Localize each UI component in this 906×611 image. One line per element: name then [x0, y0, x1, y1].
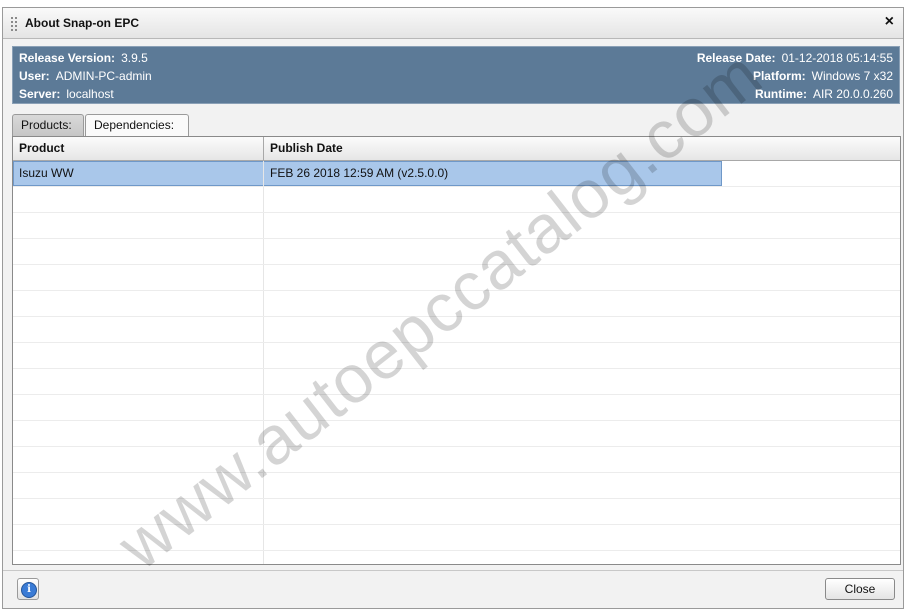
empty-table-row — [13, 239, 900, 265]
empty-cell — [13, 369, 264, 394]
cell-publish-date: FEB 26 2018 12:59 AM (v2.5.0.0) — [270, 166, 449, 180]
empty-cell — [13, 499, 264, 524]
empty-table-row — [13, 499, 900, 525]
column-header-product[interactable]: Product — [13, 137, 264, 160]
release-info-panel: Release Version: 3.9.5 User: ADMIN-PC-admi… — [12, 46, 900, 104]
release-date-label: Release Date: — [696, 51, 776, 65]
empty-cell — [13, 291, 264, 316]
empty-table-row — [13, 447, 900, 473]
empty-cell — [13, 265, 264, 290]
empty-table-row — [13, 317, 900, 343]
server-label: Server: — [19, 87, 61, 101]
empty-table-row — [13, 187, 900, 213]
tab-products[interactable]: Products: — [12, 114, 84, 136]
empty-cell — [13, 213, 264, 238]
title-bar[interactable]: About Snap-on EPC × — [3, 8, 903, 39]
empty-table-row — [13, 291, 900, 317]
server-row: Server: localhost — [19, 86, 114, 102]
products-table: Product Publish Date Isuzu WW FEB 26 201… — [12, 136, 901, 565]
column-header-publish-date[interactable]: Publish Date — [264, 137, 900, 160]
user-value: ADMIN-PC-admin — [55, 69, 152, 83]
empty-cell — [13, 447, 264, 472]
runtime-label: Runtime: — [754, 87, 807, 101]
release-version-value: 3.9.5 — [121, 51, 148, 65]
platform-row: Platform: Windows 7 x32 — [753, 68, 893, 84]
runtime-value: AIR 20.0.0.260 — [812, 87, 893, 101]
table-body: Isuzu WW FEB 26 2018 12:59 AM (v2.5.0.0) — [13, 161, 900, 564]
release-version-row: Release Version: 3.9.5 — [19, 50, 148, 66]
empty-table-row — [13, 369, 900, 395]
empty-cell — [13, 395, 264, 420]
platform-label: Platform: — [752, 69, 806, 83]
empty-cell — [13, 525, 264, 550]
empty-cell — [13, 187, 264, 212]
about-dialog: About Snap-on EPC × Release Version: 3.9.… — [2, 7, 904, 609]
empty-cell — [13, 421, 264, 446]
release-date-value: 01-12-2018 05:14:55 — [781, 51, 893, 65]
release-date-row: Release Date: 01-12-2018 05:14:55 — [697, 50, 893, 66]
close-button[interactable]: Close — [825, 578, 895, 600]
platform-value: Windows 7 x32 — [811, 69, 893, 83]
info-button[interactable]: i — [17, 578, 39, 600]
empty-cell — [13, 551, 264, 564]
empty-table-row — [13, 525, 900, 551]
empty-cell — [13, 343, 264, 368]
empty-table-row — [13, 473, 900, 499]
empty-table-row — [13, 265, 900, 291]
user-label: User: — [19, 69, 50, 83]
info-icon: i — [21, 582, 37, 598]
user-row: User: ADMIN-PC-admin — [19, 68, 152, 84]
cell-product: Isuzu WW — [13, 161, 264, 186]
empty-table-row — [13, 551, 900, 564]
dialog-title: About Snap-on EPC — [25, 16, 139, 30]
runtime-row: Runtime: AIR 20.0.0.260 — [755, 86, 893, 102]
release-version-label: Release Version: — [19, 51, 116, 65]
empty-table-row — [13, 421, 900, 447]
table-row[interactable]: Isuzu WW FEB 26 2018 12:59 AM (v2.5.0.0) — [13, 161, 900, 187]
server-value: localhost — [66, 87, 114, 101]
footer-divider — [3, 570, 903, 571]
empty-table-row — [13, 213, 900, 239]
tab-dependencies[interactable]: Dependencies: — [85, 114, 189, 136]
table-header: Product Publish Date — [13, 137, 900, 161]
empty-cell — [13, 473, 264, 498]
empty-table-row — [13, 395, 900, 421]
empty-cell — [13, 239, 264, 264]
empty-table-row — [13, 343, 900, 369]
close-icon[interactable]: × — [885, 13, 894, 31]
empty-cell — [13, 317, 264, 342]
drag-grip-icon[interactable] — [11, 17, 19, 31]
